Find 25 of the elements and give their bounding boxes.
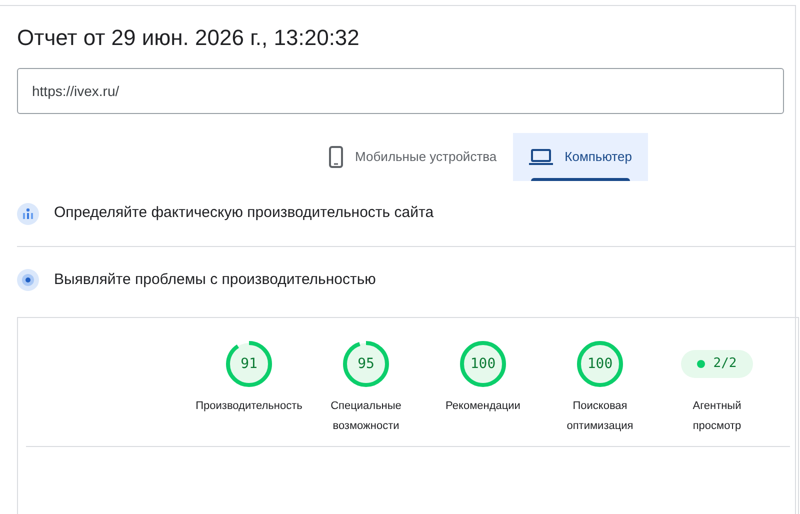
score-label: Специальные возможности — [330, 399, 402, 434]
url-field[interactable]: https://ivex.ru/ — [17, 68, 784, 114]
score-gauge — [342, 340, 390, 388]
score-value: 95 — [358, 356, 374, 372]
score-gauge — [225, 340, 273, 388]
section-heading: Определяйте фактическую производительность сайта — [54, 203, 434, 224]
people-icon — [17, 202, 39, 224]
device-tab[interactable]: Мобильные устройства — [313, 133, 513, 181]
score-value: 91 — [240, 356, 258, 372]
section-heading: Выявляйте проблемы с производительностью — [54, 270, 376, 290]
report-title: Отчет от 29 июн. 2026 г., 13:20:32 — [17, 24, 360, 52]
score-label: Поисковая оптимизация — [566, 399, 634, 434]
device-tab[interactable]: Компьютер — [512, 133, 648, 181]
score-label: Рекомендации — [444, 399, 522, 414]
phone-icon — [329, 146, 344, 168]
status-dot-icon — [697, 360, 706, 368]
score-value: 100 — [587, 356, 613, 372]
score-value: 100 — [470, 356, 496, 372]
score-label: Производительность — [194, 399, 304, 414]
score-label: Агентный просмотр — [692, 399, 742, 434]
laptop-icon — [528, 149, 553, 165]
score-gauge — [459, 340, 507, 388]
score-gauge — [576, 340, 624, 388]
target-icon — [17, 269, 39, 291]
score-badge: 2/2 — [681, 350, 753, 378]
